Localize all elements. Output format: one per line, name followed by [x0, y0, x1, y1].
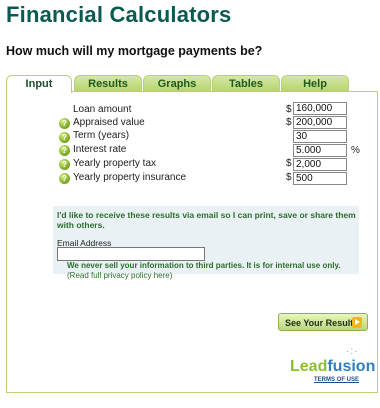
loan-amount-label: Loan amount — [73, 104, 132, 115]
logo-dots-icon: ·:· — [346, 346, 359, 357]
see-results-button[interactable]: See Your Results — [278, 313, 368, 331]
email-address-field[interactable] — [57, 247, 205, 261]
appraised-value-label: Appraised value — [73, 117, 145, 128]
interest-rate-label: Interest rate — [73, 144, 127, 155]
interest-rate-unit: % — [351, 145, 360, 156]
loan-amount-field[interactable] — [293, 102, 347, 115]
property-insurance-currency: $ — [286, 172, 292, 183]
property-insurance-field[interactable] — [293, 172, 347, 185]
arrow-right-icon — [352, 317, 362, 328]
property-tax-currency: $ — [286, 158, 292, 169]
input-panel: Loan amount $ ? Appraised value $ ? Term… — [6, 91, 378, 393]
tab-input[interactable]: Input — [6, 75, 72, 93]
appraised-value-currency: $ — [286, 117, 292, 128]
logo-fusion-text: fusion — [327, 358, 376, 375]
email-message: I'd like to receive these results via em… — [57, 210, 356, 230]
privacy-policy-link[interactable]: (Read full privacy policy here) — [67, 271, 172, 280]
privacy-text: We never sell your information to third … — [67, 261, 341, 270]
tab-graphs[interactable]: Graphs — [143, 75, 211, 92]
property-tax-label: Yearly property tax — [73, 158, 157, 169]
calculator-question: How much will my mortgage payments be? — [6, 44, 263, 58]
email-results-box: I'd like to receive these results via em… — [53, 206, 359, 280]
term-label: Term (years) — [73, 130, 130, 141]
property-insurance-label: Yearly property insurance — [73, 172, 187, 183]
appraised-value-field[interactable] — [293, 116, 347, 129]
help-question-icon[interactable]: ? — [59, 118, 70, 129]
app-title: Financial Calculators — [6, 2, 232, 27]
term-field[interactable] — [293, 130, 347, 143]
logo-wordmark: Leadfusion — [290, 358, 375, 376]
interest-rate-field[interactable] — [293, 144, 347, 157]
privacy-note: We never sell your information to third … — [67, 261, 357, 280]
logo-lead-text: Lead — [290, 358, 328, 375]
tab-help[interactable]: Help — [281, 75, 349, 92]
loan-amount-currency: $ — [286, 104, 292, 115]
terms-of-use-link[interactable]: TERMS OF USE — [314, 377, 359, 383]
tab-bar: Input Results Graphs Tables Help — [6, 75, 376, 93]
help-question-icon[interactable]: ? — [59, 145, 70, 156]
see-results-label: See Your Results — [285, 318, 359, 328]
help-question-icon[interactable]: ? — [59, 132, 70, 143]
tab-results[interactable]: Results — [74, 75, 142, 92]
leadfusion-logo: ·:· Leadfusion TERMS OF USE — [290, 346, 375, 386]
help-question-icon[interactable]: ? — [59, 173, 70, 184]
property-tax-field[interactable] — [293, 158, 347, 171]
help-question-icon[interactable]: ? — [59, 159, 70, 170]
tab-tables[interactable]: Tables — [212, 75, 280, 92]
